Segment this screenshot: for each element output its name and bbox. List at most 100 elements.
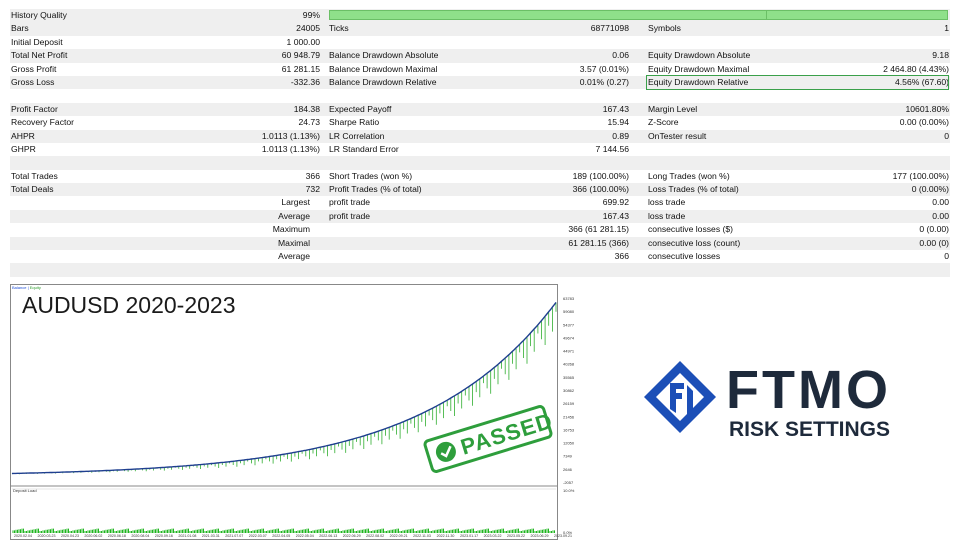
load-tick-label: 10.0% <box>563 488 575 493</box>
stat-label: Equity Drawdown Absolute <box>648 50 751 61</box>
stat-value: 10601.80% <box>905 103 950 114</box>
stat-sublabel: Maximum <box>272 224 310 235</box>
load-tick-label: 0.0% <box>563 530 573 535</box>
x-tick-label: 2020.06.18 <box>108 534 126 538</box>
stat-label: Ticks <box>329 23 349 34</box>
stat-value: 0.06 <box>612 50 629 61</box>
report-row: Profit Factor 184.38 Expected Payoff 167.43… <box>10 102 950 117</box>
stat-label: Symbols <box>648 23 681 34</box>
report-row: Initial Deposit 1 000.00 <box>10 36 950 49</box>
stat-label: Expected Payoff <box>329 103 392 114</box>
x-tick-label: 2022.05.04 <box>296 534 314 538</box>
stat-value: 0.89 <box>612 130 629 141</box>
stat-value: 24005 <box>296 23 320 34</box>
report-row: AHPR 1.0113 (1.13%) LR Correlation 0.89 OnTe… <box>10 129 950 143</box>
stat-label: consecutive loss (count) <box>648 237 741 248</box>
x-tick-label: 2022.03.07 <box>249 534 267 538</box>
report-row: Total Trades 366 Short Trades (won %) 189 (… <box>10 170 950 183</box>
stat-value: 0 <box>944 251 949 262</box>
report-row: Largest profit trade 699.92 loss trade 0.00 <box>10 196 950 209</box>
stat-label: Balance Drawdown Relative <box>329 76 437 87</box>
report-row: Maximum 366 (61 281.15) consecutive losses… <box>10 223 950 236</box>
y-tick-label: 7349 <box>563 454 573 459</box>
x-tick-label: 2022.04.05 <box>272 534 290 538</box>
deposit-load-bars <box>12 528 555 533</box>
report-row: Gross Profit 61 281.15 Balance Drawdown Ma… <box>10 63 950 76</box>
stat-value: 0 (0.00) <box>919 224 949 235</box>
stat-value: 1 <box>944 23 949 34</box>
x-tick-label: 2023.06.29 <box>531 534 549 538</box>
stat-label: Profit Trades (% of total) <box>329 184 422 195</box>
x-tick-label: 2022.06.29 <box>343 534 361 538</box>
report-row: GHPR 1.0113 (1.13%) LR Standard Error 7 144… <box>10 143 950 156</box>
stat-label: Balance Drawdown Maximal <box>329 63 438 74</box>
x-tick-label: 2020.02.04 <box>14 534 32 538</box>
y-tick-label: 40268 <box>563 362 575 367</box>
stat-label: Total Trades <box>11 170 58 181</box>
x-tick-label: 2020.06.02 <box>84 534 102 538</box>
report-row <box>10 156 950 170</box>
x-tick-label: 2020.08.04 <box>131 534 149 538</box>
stat-label: Gross Loss <box>11 76 55 87</box>
stat-value: 61 281.15 (366) <box>568 237 629 248</box>
x-tick-label: 2022.09.21 <box>390 534 408 538</box>
stat-value: 0.01% (0.27) <box>579 76 629 87</box>
stat-sublabel: Largest <box>281 197 310 208</box>
stat-value: 177 (100.00%) <box>892 170 949 181</box>
stat-value: 366 (100.00%) <box>572 184 629 195</box>
stat-value: 0.00 (0) <box>919 237 949 248</box>
x-tick-label: 2020.04.23 <box>61 534 79 538</box>
stat-label: profit trade <box>329 210 371 221</box>
stat-label: LR Correlation <box>329 130 385 141</box>
report-row: Maximal 61 281.15 (366) consecutive loss (… <box>10 236 950 251</box>
stat-label: Bars <box>11 23 29 34</box>
stat-value: 699.92 <box>602 197 629 208</box>
stat-label: loss trade <box>648 210 686 221</box>
chart-plot: 63783 59080 54377 49674 44971 40268 35565 30862… <box>10 296 575 538</box>
stat-value: 184.38 <box>293 103 320 114</box>
stat-value: 366 <box>305 170 320 181</box>
x-tick-label: 2023.01.17 <box>460 534 478 538</box>
stat-label: Gross Profit <box>11 63 57 74</box>
y-tick-label: 12050 <box>563 441 575 446</box>
history-quality-label: History Quality <box>11 10 67 20</box>
stat-label: Long Trades (won %) <box>648 170 730 181</box>
x-tick-label: 2023.05.22 <box>507 534 525 538</box>
x-tick-label: 2021.01.08 <box>178 534 196 538</box>
y-tick-label: 16753 <box>563 427 575 432</box>
stat-value: 189 (100.00%) <box>572 170 629 181</box>
check-icon <box>435 441 456 462</box>
stat-value: -332.36 <box>290 76 320 87</box>
y-tick-label: 2646 <box>563 467 573 472</box>
history-quality-value: 99% <box>302 10 320 20</box>
stat-label: Balance Drawdown Absolute <box>329 50 439 61</box>
chart-title: AUDUSD 2020-2023 <box>22 292 236 318</box>
stat-label: consecutive losses ($) <box>648 224 734 235</box>
stat-value: 60 948.79 <box>281 50 320 61</box>
legend-equity: Equity <box>29 285 41 290</box>
deposit-load-label: Deposit Load <box>13 488 37 493</box>
balance-chart: 63783 59080 54377 49674 44971 40268 35565 30862… <box>10 284 588 541</box>
stat-value: 732 <box>305 184 320 195</box>
stat-label: Sharpe Ratio <box>329 117 380 128</box>
stat-value: 167.43 <box>602 103 629 114</box>
report-row: Bars 24005 Ticks 68771098 Symbols 1 <box>10 22 950 36</box>
y-tick-label: 26159 <box>563 401 575 406</box>
stat-sublabel: Average <box>278 210 310 221</box>
stat-value: 0.00 (0.00%) <box>899 117 949 128</box>
stat-value: 1.0113 (1.13%) <box>261 143 320 154</box>
stat-value: 15.94 <box>607 117 629 128</box>
x-tick-label: 2021.07.07 <box>225 534 243 538</box>
stat-label: Equity Drawdown Maximal <box>648 63 750 74</box>
stat-label: Margin Level <box>648 103 698 114</box>
x-tick-label: 2022.11.30 <box>437 534 455 538</box>
stat-label: loss trade <box>648 197 686 208</box>
y-tick-label: 54377 <box>563 322 575 327</box>
stat-label: LR Standard Error <box>329 143 399 154</box>
stat-label: Initial Deposit <box>11 36 63 47</box>
report-row: Total Deals 732 Profit Trades (% of total)… <box>10 183 950 197</box>
stat-label: Z-Score <box>648 117 679 128</box>
stat-label: Short Trades (won %) <box>329 170 413 181</box>
stat-value: 7 144.56 <box>595 143 629 154</box>
report-row: Recovery Factor 24.73 Sharpe Ratio 15.94 Z-S… <box>10 116 950 129</box>
